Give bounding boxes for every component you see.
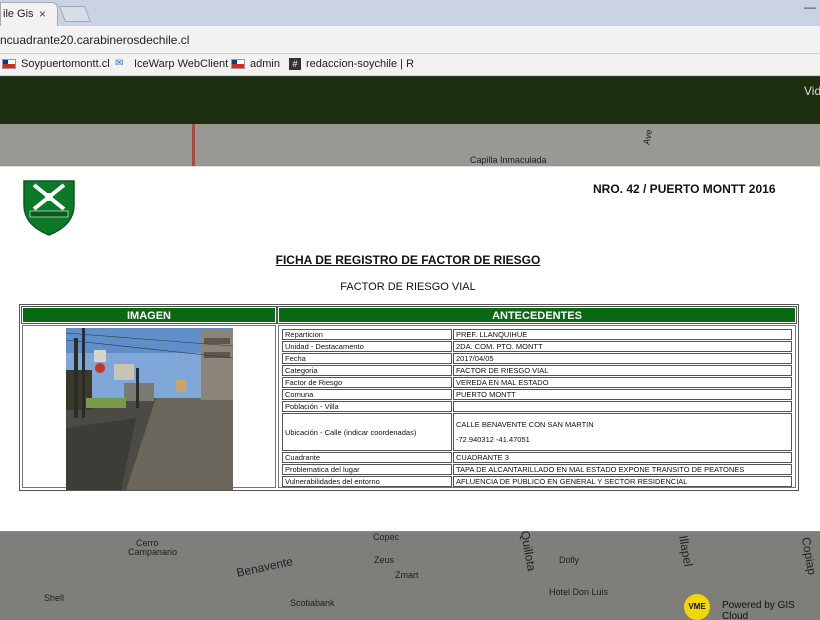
table-row: Factor de Riesgo VEREDA EN MAL ESTADO	[282, 377, 792, 388]
page-subtitle: FACTOR DE RIESGO VIAL	[340, 281, 476, 293]
table-row: Ubicación - Calle (indicar coordenadas) C…	[282, 413, 792, 451]
map-label-hotel: Hotel Don Luis	[549, 587, 609, 597]
image-cell	[22, 325, 276, 490]
row-value: PUERTO MONTT	[453, 389, 792, 400]
minimize-button[interactable]: —	[800, 0, 820, 18]
new-tab-button[interactable]	[59, 6, 91, 22]
row-value-multi: CALLE BENAVENTE CON SAN MARTIN -72.940312…	[453, 413, 792, 451]
page-title: FICHA DE REGISTRO DE FACTOR DE RIESGO	[275, 253, 541, 267]
table-row: Categoria FACTOR DE RIESGO VIAL	[282, 365, 792, 376]
address-bar[interactable]: ncuadrante20.carabinerosdechile.cl	[0, 26, 820, 54]
map-label-copec: Copec	[373, 532, 400, 542]
bookmark-soypuertomontt[interactable]: Soypuertomontt.cl	[2, 58, 110, 70]
row-value: 2017/04/05	[453, 353, 792, 364]
map-label-zeus: Zeus	[374, 555, 395, 565]
map-top-area	[0, 124, 820, 166]
record-table: IMAGEN ANTECEDENTES Reparticion PREF. LL…	[19, 304, 799, 491]
table-row: Unidad - Destacamento 2DA. COM. PTO. MONT…	[282, 341, 792, 352]
street-photo[interactable]	[66, 328, 233, 490]
antecedentes-cell: Reparticion PREF. LLANQUIHUE Unidad - Des…	[278, 325, 796, 488]
hash-icon: #	[289, 58, 301, 70]
icewarp-icon: ✉	[115, 58, 124, 69]
risk-record-modal: NRO. 42 / PUERTO MONTT 2016 FICHA DE REG…	[0, 166, 820, 531]
map-label-campanario: Campanario	[128, 547, 178, 557]
row-key: Unidad - Destacamento	[282, 341, 452, 352]
row-key: Población - Villa	[282, 401, 452, 412]
row-value: CALLE BENAVENTE CON SAN MARTIN	[456, 420, 594, 429]
chile-flag-icon	[231, 59, 245, 69]
row-key: Factor de Riesgo	[282, 377, 452, 388]
bookmark-label: IceWarp WebClient	[134, 58, 229, 70]
tab-title: ile Gis	[3, 8, 34, 20]
map-road	[192, 124, 195, 166]
powered-by-text[interactable]: Powered by GIS Cloud	[722, 600, 820, 620]
row-value: PREF. LLANQUIHUE	[453, 329, 792, 340]
row-value: TAPA DE ALCANTARILLADO EN MAL ESTADO EXP…	[453, 464, 792, 475]
bookmark-admin[interactable]: admin	[231, 58, 280, 70]
table-row: Cuadrante CUADRANTE 3	[282, 452, 792, 463]
map-label-dolly: Dolly	[559, 555, 580, 565]
close-icon[interactable]: ×	[39, 7, 46, 21]
map-label-zmart: Zmart	[395, 570, 419, 580]
browser-tab[interactable]: ile Gis ×	[0, 2, 58, 26]
row-value: CUADRANTE 3	[453, 452, 792, 463]
column-header-imagen: IMAGEN	[21, 306, 277, 324]
row-value: AFLUENCIA DE PUBLICO EN GENERAL Y SECTOR…	[453, 476, 792, 487]
carabineros-logo	[23, 180, 75, 236]
row-key: Ubicación - Calle (indicar coordenadas)	[282, 413, 452, 451]
table-row: Problematica del lugar TAPA DE ALCANTARIL…	[282, 464, 792, 475]
table-row: Comuna PUERTO MONTT	[282, 389, 792, 400]
bookmark-icewarp[interactable]: ✉ IceWarp WebClient	[115, 58, 228, 70]
row-key: Vulnerabilidades del entorno	[282, 476, 452, 487]
chile-flag-icon	[2, 59, 16, 69]
column-header-antecedentes: ANTECEDENTES	[277, 306, 797, 324]
row-value	[453, 401, 792, 412]
record-number: NRO. 42 / PUERTO MONTT 2016	[593, 182, 776, 196]
row-key: Comuna	[282, 389, 452, 400]
bookmark-label: Soypuertomontt.cl	[21, 58, 110, 70]
map-label-scotiabank: Scotiabank	[290, 598, 335, 608]
antecedentes-table: Reparticion PREF. LLANQUIHUE Unidad - Des…	[281, 328, 793, 488]
url-text[interactable]: ncuadrante20.carabinerosdechile.cl	[0, 33, 189, 47]
bookmark-label: redaccion-soychile | R	[306, 58, 415, 70]
site-header-link[interactable]: Vid	[804, 84, 820, 98]
bookmarks-bar: Soypuertomontt.cl ✉ IceWarp WebClient ad…	[0, 54, 820, 76]
map-label-shell: Shell	[44, 593, 65, 603]
tab-strip: ile Gis × —	[0, 0, 820, 26]
site-header: Vid	[0, 77, 820, 124]
table-row: Vulnerabilidades del entorno AFLUENCIA DE…	[282, 476, 792, 487]
row-key: Reparticion	[282, 329, 452, 340]
bookmark-redaccion[interactable]: # redaccion-soychile | R	[289, 58, 414, 70]
table-row: Población - Villa	[282, 401, 792, 412]
row-coordinates: -72.940312 -41.47051	[456, 435, 530, 444]
map-badge[interactable]: VME	[684, 594, 710, 620]
table-row: Reparticion PREF. LLANQUIHUE	[282, 329, 792, 340]
row-key: Fecha	[282, 353, 452, 364]
row-key: Problematica del lugar	[282, 464, 452, 475]
row-value: FACTOR DE RIESGO VIAL	[453, 365, 792, 376]
table-row: Fecha 2017/04/05	[282, 353, 792, 364]
row-key: Cuadrante	[282, 452, 452, 463]
bookmark-label: admin	[250, 58, 280, 70]
row-key: Categoria	[282, 365, 452, 376]
row-value: VEREDA EN MAL ESTADO	[453, 377, 792, 388]
row-value: 2DA. COM. PTO. MONTT	[453, 341, 792, 352]
map-label-capilla: Capilla Inmaculada	[470, 155, 547, 165]
